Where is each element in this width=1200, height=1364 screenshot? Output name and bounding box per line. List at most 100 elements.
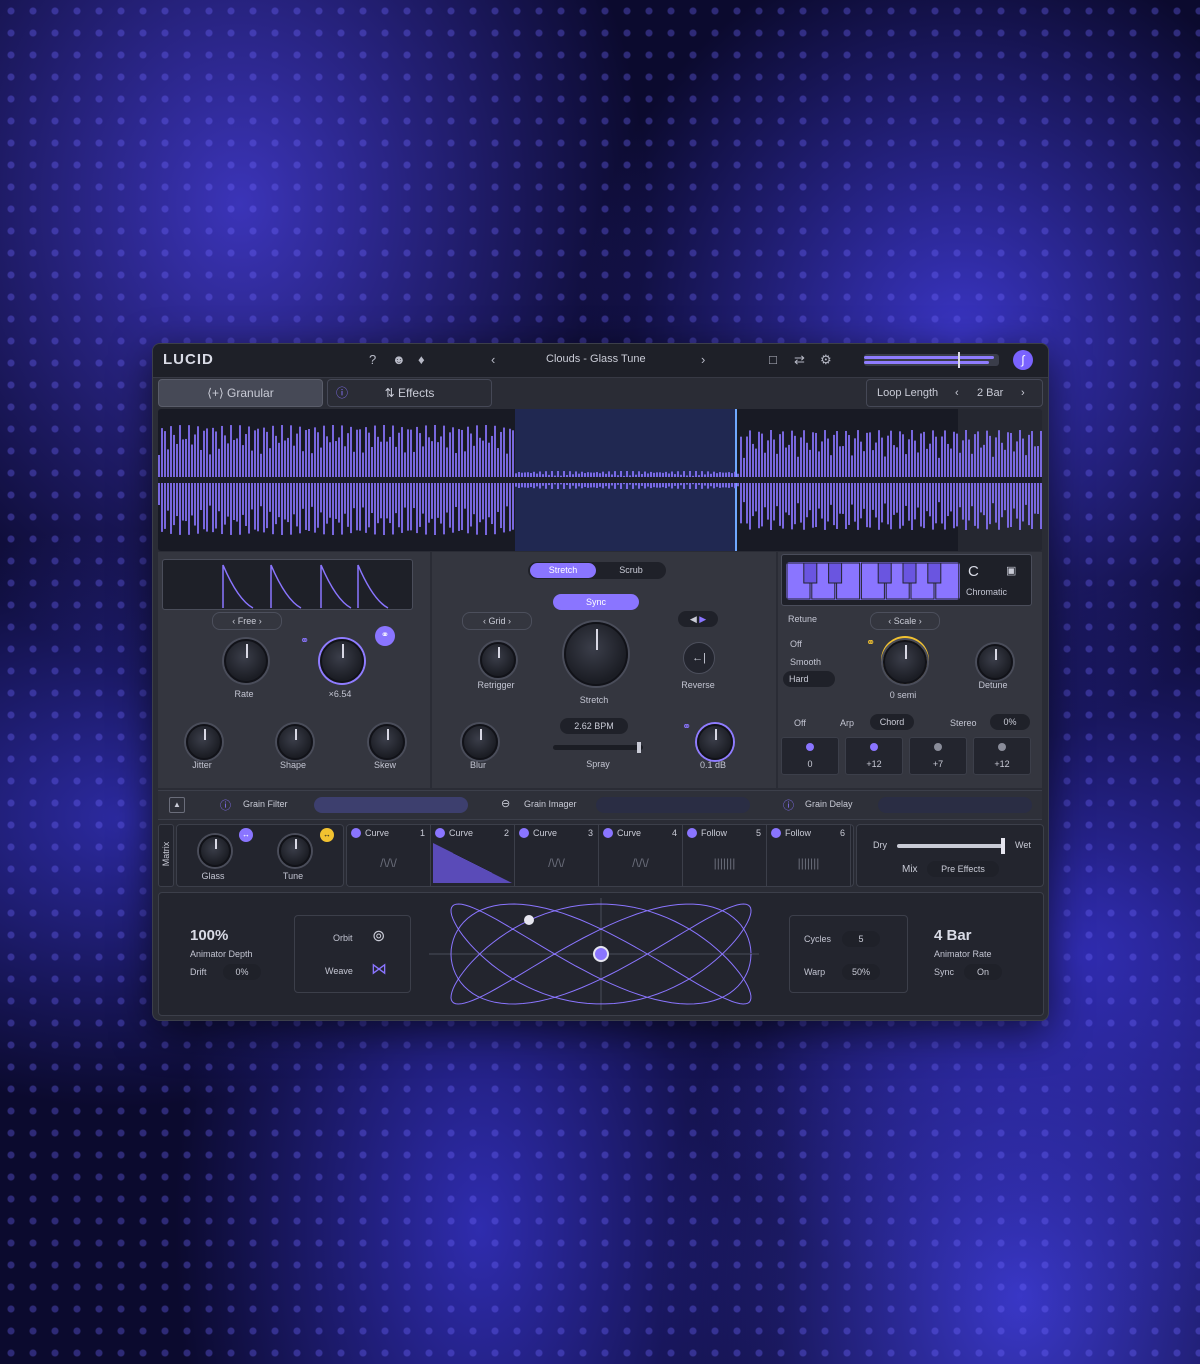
grain-delay-preview[interactable] — [878, 797, 1032, 813]
preset-name[interactable]: Clouds - Glass Tune — [546, 353, 646, 365]
chord-step[interactable]: +12 — [973, 737, 1031, 775]
retune-hard[interactable]: Hard — [783, 671, 835, 687]
retune-off[interactable]: Off — [790, 639, 802, 649]
help-icon[interactable]: ? — [369, 352, 376, 367]
chord-option[interactable]: Chord — [870, 714, 914, 730]
retune-smooth[interactable]: Smooth — [790, 657, 821, 667]
retune-mod-icon[interactable]: ⚭ — [866, 636, 875, 649]
stretch-option[interactable]: Stretch — [530, 563, 596, 578]
tune-knob[interactable] — [279, 835, 311, 867]
detune-knob[interactable] — [977, 644, 1013, 680]
blur-knob[interactable] — [462, 724, 498, 760]
link-gain-icon[interactable]: ⚭ — [682, 720, 691, 733]
step-dot[interactable] — [934, 743, 942, 751]
power-icon[interactable]: ⓘ — [336, 380, 348, 406]
black-key[interactable] — [828, 562, 843, 584]
reverse-icon[interactable]: ←| — [683, 642, 715, 674]
grain-imager-power-icon[interactable]: ⊖ — [501, 797, 510, 810]
collapse-icon[interactable]: ▲ — [169, 797, 185, 813]
pre-effects-button[interactable]: Pre Effects — [927, 861, 999, 877]
slot-drag-icon[interactable] — [771, 828, 781, 838]
slot-drag-icon[interactable] — [603, 828, 613, 838]
tab-granular[interactable]: ⟨+⟩ Granular — [158, 379, 323, 407]
slot-drag-icon[interactable] — [519, 828, 529, 838]
loop-prev-icon[interactable]: ‹ — [955, 380, 959, 406]
link-icon[interactable]: ⚭ — [300, 634, 309, 647]
slot-drag-icon[interactable] — [687, 828, 697, 838]
grain-filter-power-icon[interactable]: ⓘ — [220, 797, 231, 813]
mod-slot[interactable]: Curve 1 /\/\/ — [347, 825, 431, 886]
rate-knob[interactable] — [224, 639, 268, 683]
rate-mult-knob[interactable] — [320, 639, 364, 683]
root-note[interactable]: C — [968, 563, 979, 580]
slot-drag-icon[interactable] — [435, 828, 445, 838]
tab-effects[interactable]: ⓘ ⇅ Effects — [327, 379, 492, 407]
stretch-scrub-toggle[interactable]: Stretch Scrub — [528, 562, 666, 579]
sync-button[interactable]: Sync — [553, 594, 639, 610]
animator-depth-value[interactable]: 100% — [190, 927, 228, 944]
loop-next-icon[interactable]: › — [1021, 380, 1025, 406]
left-arrow-icon[interactable]: ◀ — [690, 614, 697, 624]
mod-slot[interactable]: Follow 5 ||||||| — [683, 825, 767, 886]
matrix-tab[interactable]: Matrix — [158, 824, 174, 887]
output-meter-slider[interactable] — [864, 352, 999, 368]
prev-preset-icon[interactable]: ‹ — [491, 352, 495, 367]
scrub-option[interactable]: Scrub — [598, 563, 664, 578]
slot-drag-icon[interactable] — [351, 828, 361, 838]
chord-step[interactable]: +12 — [845, 737, 903, 775]
shape-knob[interactable] — [277, 724, 313, 760]
chord-step[interactable]: 0 — [781, 737, 839, 775]
stretch-knob[interactable] — [564, 622, 628, 686]
grain-delay-power-icon[interactable]: ⓘ — [783, 797, 794, 813]
skew-knob[interactable] — [369, 724, 405, 760]
orbit-icon[interactable]: ⊚ — [372, 926, 385, 946]
arp-label[interactable]: Arp — [840, 718, 854, 728]
mix-slider[interactable] — [897, 838, 1005, 854]
black-key[interactable] — [927, 562, 942, 584]
curve-logo-icon[interactable]: ∫ — [1013, 350, 1033, 370]
animator-center-handle[interactable] — [593, 946, 609, 962]
black-key[interactable] — [877, 562, 892, 584]
black-key[interactable] — [803, 562, 818, 584]
animator-path-display[interactable] — [429, 898, 759, 1010]
piano-keys[interactable] — [786, 562, 960, 600]
mod-slot[interactable]: Follow 6 ||||||| — [767, 825, 851, 886]
gear-icon[interactable]: ⚙ — [820, 352, 832, 368]
grid-selector[interactable]: ‹ Grid › — [462, 612, 532, 630]
scale-selector[interactable]: ‹ Scale › — [870, 612, 940, 630]
gain-knob[interactable] — [697, 724, 733, 760]
next-preset-icon[interactable]: › — [701, 352, 705, 367]
mod-slot[interactable]: Curve 3 /\/\/ — [515, 825, 599, 886]
user-icon[interactable]: ☻ — [392, 352, 406, 367]
retune-knob[interactable] — [883, 640, 927, 684]
mod-slot[interactable]: Curve 4 /\/\/ — [599, 825, 683, 886]
chain-icon[interactable]: ⚭ — [375, 626, 395, 646]
sync-value[interactable]: On — [964, 964, 1002, 980]
weave-icon[interactable]: ⋈ — [371, 959, 387, 979]
jitter-knob[interactable] — [186, 724, 222, 760]
stereo-value[interactable]: 0% — [990, 714, 1030, 730]
bell-icon[interactable]: ♦ — [418, 352, 425, 367]
drift-value[interactable]: 0% — [223, 964, 261, 980]
lock-icon[interactable]: ▣ — [1006, 564, 1016, 577]
right-arrow-icon[interactable]: ▶ — [699, 614, 706, 624]
mode-selector[interactable]: ‹ Free › — [212, 612, 282, 630]
animator-rate-value[interactable]: 4 Bar — [934, 927, 972, 944]
grain-filter-preview[interactable] — [314, 797, 468, 813]
animator-position-handle[interactable] — [524, 915, 534, 925]
step-dot[interactable] — [998, 743, 1006, 751]
direction-arrows[interactable]: ◀ ▶ — [678, 611, 718, 627]
spray-thumb[interactable] — [637, 742, 641, 753]
meter-thumb[interactable] — [958, 352, 960, 368]
cycles-value[interactable]: 5 — [842, 931, 880, 947]
mix-thumb[interactable] — [1001, 838, 1005, 854]
step-dot[interactable] — [806, 743, 814, 751]
shuffle-icon[interactable]: ⇄ — [794, 352, 805, 368]
warp-value[interactable]: 50% — [842, 964, 880, 980]
save-icon[interactable]: □ — [769, 352, 777, 367]
arp-off[interactable]: Off — [794, 718, 806, 728]
glass-mod-icon[interactable]: ↔ — [239, 828, 253, 842]
step-dot[interactable] — [870, 743, 878, 751]
black-key[interactable] — [902, 562, 917, 584]
tune-mod-icon[interactable]: ↔ — [320, 828, 334, 842]
